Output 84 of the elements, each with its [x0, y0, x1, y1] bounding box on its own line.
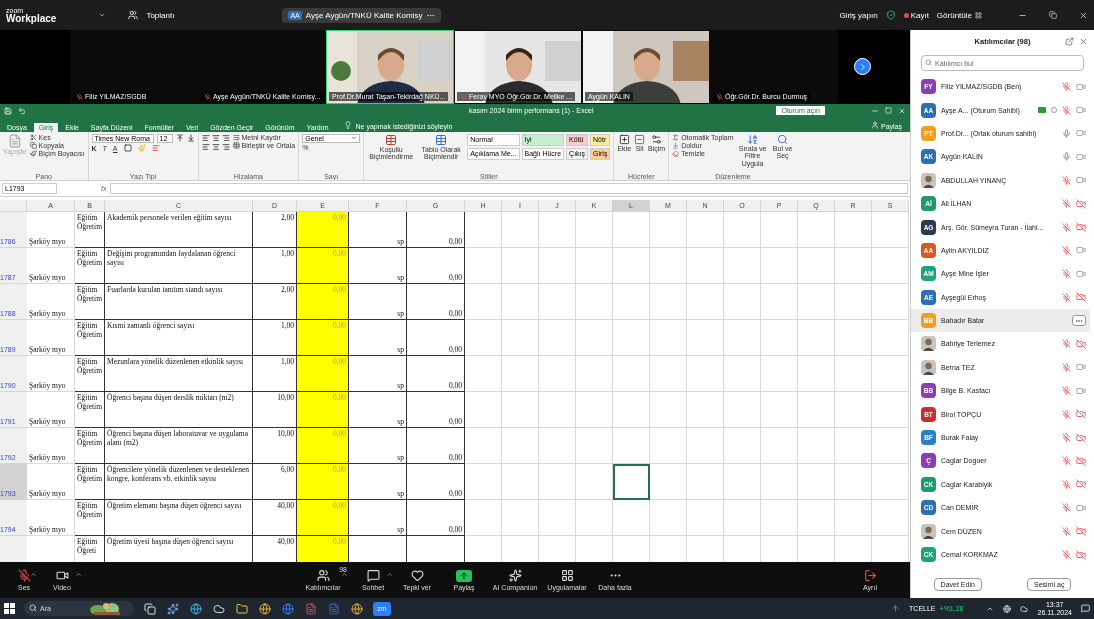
sort-icon [747, 134, 759, 145]
table-icon [435, 134, 448, 146]
selected-cell[interactable] [613, 464, 650, 500]
grid-icon [975, 11, 982, 19]
next-page-button[interactable] [854, 58, 871, 75]
caret-up-icon [341, 570, 348, 578]
taskbar-app-button[interactable] [235, 601, 249, 616]
merge-icon [232, 142, 240, 149]
host-name: Ayşe Aygün/TNKÜ Kalite Komisy [305, 10, 423, 20]
avatar-silhouette-icon [921, 336, 936, 352]
globe-icon [259, 602, 271, 615]
mic-off-icon [460, 93, 467, 100]
search-icon [925, 59, 932, 66]
shield-check-icon [885, 10, 896, 20]
heart-icon [410, 569, 424, 582]
conditional-format-icon [385, 134, 398, 146]
meeting-menu[interactable]: Toplantı [146, 10, 175, 20]
fill-down-icon [672, 142, 680, 149]
caret-up-icon [386, 570, 393, 578]
cloud-icon [213, 602, 225, 615]
shrink-font-icon [186, 134, 195, 142]
people-icon [128, 10, 139, 20]
mic-off-icon [17, 569, 31, 582]
more-button[interactable] [1072, 315, 1086, 327]
mic-off-icon [76, 93, 83, 100]
pop-out-icon [1065, 36, 1074, 46]
swirl-icon [167, 602, 179, 615]
avatar-silhouette-icon [921, 523, 936, 539]
fill-color-icon [137, 144, 146, 152]
caret-up-icon [30, 570, 37, 578]
save-icon [4, 106, 12, 115]
formula-field[interactable] [110, 183, 908, 194]
paintbrush-icon [29, 150, 37, 157]
chevron-down-icon [351, 135, 358, 141]
wrap-text-icon [232, 134, 240, 141]
cloud-icon [1020, 604, 1029, 613]
sparkle-icon [508, 569, 522, 582]
format-icon [651, 134, 663, 145]
insert-icon [618, 134, 630, 145]
delete-icon [634, 134, 646, 145]
sigma-icon [672, 134, 680, 141]
avatar-silhouette-icon [921, 359, 936, 375]
chat-icon [366, 569, 380, 582]
border-icon [123, 144, 132, 152]
recording-button[interactable]: Kayıt [910, 10, 929, 20]
lightbulb-icon [343, 121, 352, 129]
search-icon [777, 134, 789, 145]
maximize-icon [885, 107, 892, 114]
restore-icon [1049, 11, 1057, 19]
taskbar-app-button[interactable] [350, 601, 364, 616]
taskbar-app-button[interactable] [143, 601, 157, 616]
caret-up-icon [75, 570, 82, 578]
taskbar-app-button[interactable] [166, 601, 180, 616]
view-button[interactable]: Görüntüle [936, 10, 972, 20]
exit-icon [863, 569, 877, 582]
document-icon [305, 602, 317, 615]
user-icon [871, 121, 879, 129]
mic-off-icon [204, 93, 211, 100]
close-icon [898, 106, 906, 115]
eraser-icon [672, 150, 680, 157]
taskbar-app-button[interactable] [258, 601, 272, 616]
chevron-down-icon [98, 11, 107, 19]
globe-icon [351, 602, 363, 615]
close-icon [1079, 10, 1088, 20]
avatar-silhouette-icon [921, 172, 936, 188]
search-icon [29, 604, 37, 612]
undo-icon [18, 106, 26, 115]
close-icon [1079, 36, 1088, 46]
folder-icon [236, 602, 248, 615]
globe-icon [282, 602, 294, 615]
apps-icon [560, 569, 574, 582]
grow-font-icon [175, 134, 184, 142]
globe-icon [190, 602, 202, 615]
taskbar-app-button[interactable] [189, 601, 203, 616]
sign-in-link[interactable]: Giriş yapın [839, 10, 878, 20]
copy-icon [29, 142, 37, 149]
scissors-icon [29, 134, 37, 141]
people-icon [316, 569, 330, 582]
record-dot-icon [903, 12, 909, 18]
task-view-icon [144, 602, 156, 615]
mic-off-icon [716, 93, 723, 100]
video-camera-icon [55, 569, 69, 582]
start-icon[interactable] [4, 603, 15, 614]
document-icon [328, 602, 340, 615]
